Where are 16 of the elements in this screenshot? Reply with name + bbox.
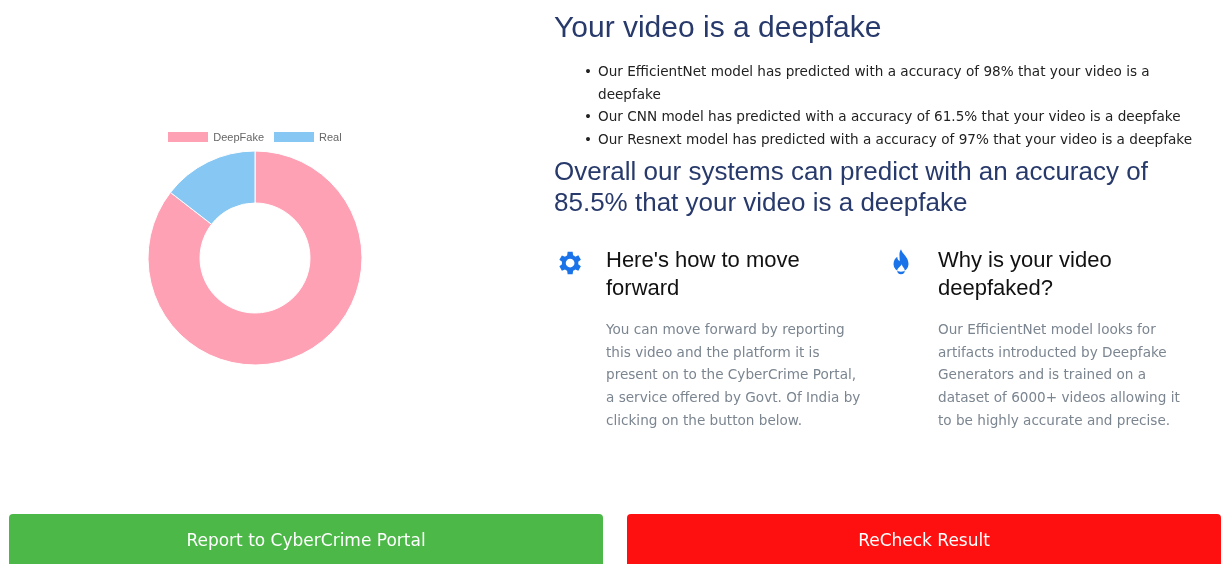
bullet: • — [584, 62, 590, 81]
overall-result: Overall our systems can predict with an accuracy of 85.5% that your video is a deepfake — [554, 156, 1149, 218]
bullet: • — [584, 129, 590, 149]
legend-label: DeepFake — [213, 131, 265, 143]
model-result: Our EfficientNet model has predicted with a accuracy of 98% that your video is a deepfake — [598, 62, 1151, 104]
bullet: • — [584, 107, 590, 126]
report-button[interactable]: Report to CyberCrime Portal — [9, 514, 603, 564]
legend-label: Real — [319, 131, 342, 143]
feature-text: Our EfficientNet model looks for artifacts introducted by Deepfake Generators and is trained on a dataset of 6000+ videos allowing it to be highly accurate and precise. — [938, 320, 1181, 430]
feature-title: Why is your video deepfaked? — [938, 246, 1113, 302]
model-result: Our Resnext model has predicted with a accuracy of 97% that your video is a deepfake — [598, 129, 1193, 149]
result-title: Your video is a deepfake — [554, 9, 883, 45]
feature-text: You can move forward by reporting this video and the platform it is present on to the CyberCrime Portal, a service offered by Govt. Of India by clicking on the button below. — [606, 320, 862, 430]
model-result: Our CNN model has predicted with a accuracy of 61.5% that your video is a deepfake — [598, 107, 1181, 126]
feature-title: Here's how to move forward — [606, 246, 801, 302]
recheck-button[interactable]: ReCheck Result — [627, 514, 1221, 564]
